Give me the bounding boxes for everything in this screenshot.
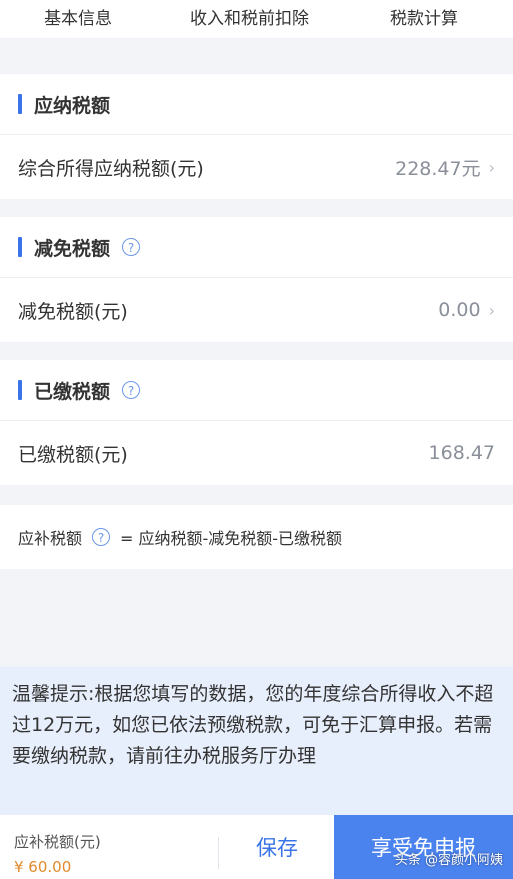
declare-exempt-button[interactable]: 享受免申报: [334, 815, 513, 879]
paid-tax-value: 168.47: [428, 442, 495, 464]
payable-tax-value: 228.47元: [395, 157, 481, 180]
help-icon[interactable]: ?: [92, 528, 111, 546]
divider: [218, 837, 219, 869]
tab-income-deduction[interactable]: 收入和税前扣除: [190, 4, 309, 29]
tab-basic-info[interactable]: 基本信息: [44, 4, 112, 29]
row-label: 综合所得应纳税额(元): [18, 157, 204, 180]
tab-tax-calculation[interactable]: 税款计算: [390, 4, 458, 29]
tax-reduction-value: 0.00: [438, 299, 481, 321]
section-marker: [18, 94, 22, 114]
help-icon[interactable]: ?: [122, 238, 141, 256]
save-button[interactable]: 保存: [222, 815, 332, 879]
notice-tip: 温馨提示:根据您填写的数据，您的年度综合所得收入不超过12万元，如您已依法预缴税…: [0, 667, 513, 815]
section-header: 减免税额 ?: [0, 217, 513, 278]
tax-reduction-row[interactable]: 减免税额(元) 0.00 ›: [0, 278, 513, 342]
bottom-action-bar: 应补税额(元) ¥ 60.00 保存 享受免申报: [0, 815, 513, 879]
chevron-right-icon: ›: [488, 300, 495, 320]
section-paid-tax: 已缴税额 ? 已缴税额(元) 168.47: [0, 360, 513, 485]
section-tax-reduction: 减免税额 ? 减免税额(元) 0.00 ›: [0, 217, 513, 342]
section-header: 已缴税额 ?: [0, 360, 513, 421]
supplement-tax-amount: ¥ 60.00: [14, 858, 72, 876]
watermark: 头条 @容颜小阿姨: [394, 853, 503, 868]
section-header: 应纳税额: [0, 74, 513, 135]
section-marker: [18, 237, 22, 257]
section-title: 已缴税额: [34, 380, 111, 403]
row-label: 减免税额(元): [18, 300, 128, 323]
formula-label: 应补税额: [18, 529, 83, 548]
formula-expression: = 应纳税额-减免税额-已缴税额: [120, 529, 343, 548]
section-title: 减免税额: [34, 237, 111, 260]
chevron-right-icon: ›: [488, 157, 495, 177]
section-marker: [18, 380, 22, 400]
payable-tax-row[interactable]: 综合所得应纳税额(元) 228.47元 ›: [0, 135, 513, 199]
footer-label: 应补税额(元): [14, 833, 101, 851]
supplement-tax-formula: 应补税额 ? = 应纳税额-减免税额-已缴税额: [0, 505, 513, 569]
help-icon[interactable]: ?: [122, 381, 141, 399]
tab-bar: 基本信息 收入和税前扣除 税款计算: [0, 0, 513, 38]
section-title: 应纳税额: [34, 94, 111, 117]
section-payable-tax: 应纳税额 综合所得应纳税额(元) 228.47元 ›: [0, 74, 513, 199]
paid-tax-row: 已缴税额(元) 168.47: [0, 421, 513, 485]
row-label: 已缴税额(元): [18, 443, 128, 466]
